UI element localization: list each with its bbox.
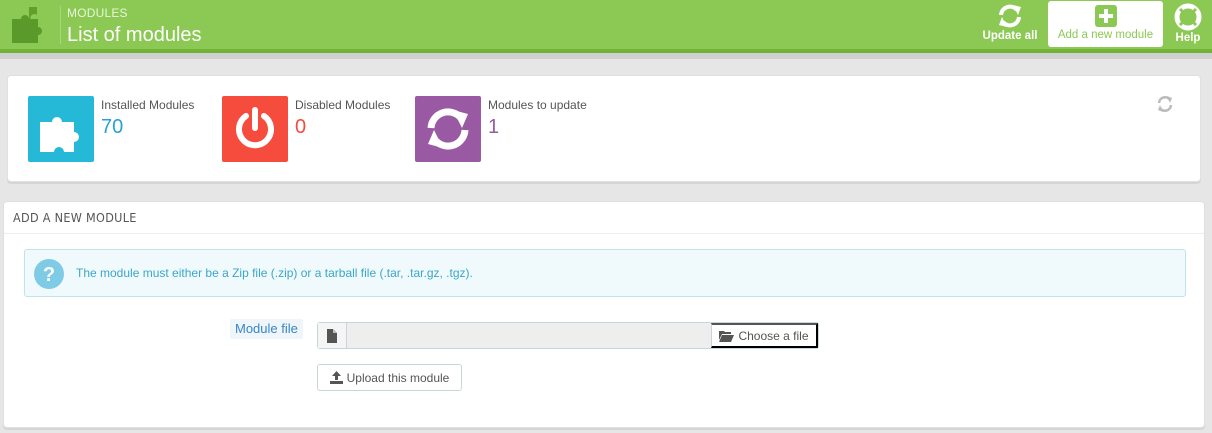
update-all-button[interactable]: Update all <box>980 3 1040 45</box>
kpi-refresh-icon[interactable] <box>1156 95 1174 113</box>
update-all-label: Update all <box>982 30 1038 42</box>
kpi-label: Modules to update <box>488 98 587 112</box>
puzzle-icon <box>28 96 94 162</box>
kpi-value: 1 <box>488 116 500 138</box>
question-circle-icon: ? <box>34 259 64 289</box>
kpi-label: Disabled Modules <box>295 98 391 112</box>
folder-open-icon <box>719 330 735 342</box>
info-text: The module must either be a Zip file (.z… <box>76 266 473 280</box>
choose-file-label: Choose a file <box>738 328 809 343</box>
top-toolbar: MODULES List of modules Update all Add a… <box>0 0 1212 49</box>
page-title: List of modules <box>67 24 202 46</box>
panel-heading: ADD A NEW MODULE <box>4 202 1204 234</box>
plus-square-icon <box>1094 5 1117 27</box>
choose-file-button[interactable]: Choose a file <box>711 323 818 348</box>
module-file-group: Choose a file <box>317 322 819 349</box>
help-label: Help <box>1175 32 1201 44</box>
module-file-input[interactable] <box>347 323 711 348</box>
lifebuoy-icon <box>1174 3 1202 31</box>
puzzle-logo-icon <box>12 7 42 43</box>
kpi-value: 0 <box>295 116 307 138</box>
refresh-icon <box>999 4 1021 28</box>
kpi-label: Installed Modules <box>101 98 195 112</box>
kpi-panel: Installed Modules 70 Disabled Modules 0 … <box>7 75 1201 182</box>
file-icon <box>318 323 347 348</box>
toolbar-shadow <box>0 53 1212 59</box>
breadcrumb[interactable]: MODULES <box>67 6 128 20</box>
kpi-value: 70 <box>101 116 124 138</box>
add-new-module-label: Add a new module <box>1057 29 1154 41</box>
upload-module-label: Upload this module <box>346 370 450 385</box>
svg-text:?: ? <box>43 264 55 286</box>
add-new-module-button[interactable]: Add a new module <box>1048 1 1163 47</box>
info-alert: ? The module must either be a Zip file (… <box>24 249 1186 297</box>
refresh-icon <box>415 96 481 162</box>
header-divider <box>60 6 61 44</box>
upload-icon <box>329 371 343 384</box>
power-icon <box>222 96 288 162</box>
upload-module-button[interactable]: Upload this module <box>317 364 462 391</box>
help-button[interactable]: Help <box>1168 3 1208 45</box>
module-file-label: Module file <box>230 319 303 339</box>
add-module-panel: ADD A NEW MODULE ? The module must eithe… <box>3 201 1205 428</box>
